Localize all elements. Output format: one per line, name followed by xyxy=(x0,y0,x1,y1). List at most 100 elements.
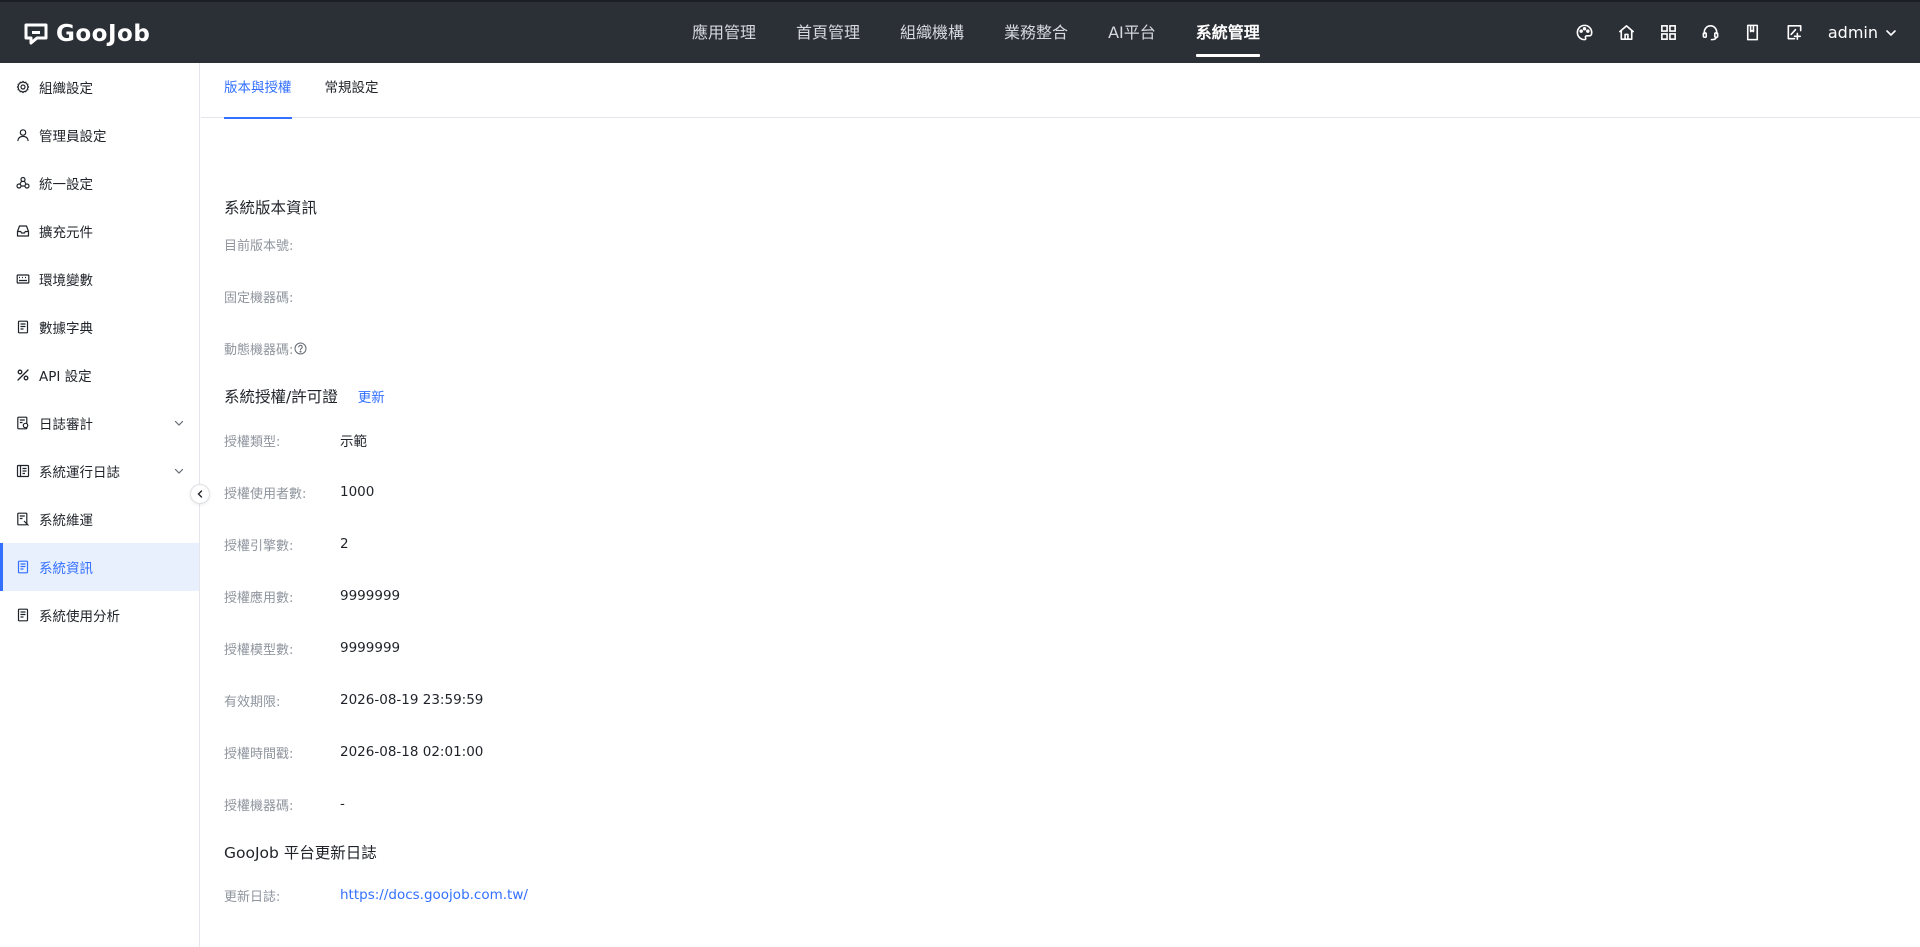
info-row: 更新日誌: https://docs.goojob.com.tw/ xyxy=(224,885,528,905)
license-section-title: 系統授權/許可證 更新 xyxy=(224,385,385,407)
version-section-title: 系統版本資訊 xyxy=(224,196,317,218)
api-icon xyxy=(17,369,29,381)
sidebar-item-system-run-log[interactable]: 系統運行日誌 xyxy=(0,447,199,495)
nav-organization[interactable]: 組織機構 xyxy=(880,2,984,63)
sidebar-item-api-settings[interactable]: API 設定 xyxy=(0,351,199,399)
info-row: 授權機器碼: - xyxy=(224,794,345,814)
info-row: 授權類型: 示範 xyxy=(224,430,367,450)
field-label: 授權類型: xyxy=(224,434,281,450)
sidebar-item-extensions[interactable]: 擴充元件 xyxy=(0,207,199,255)
logo[interactable]: GooJob xyxy=(24,19,150,49)
user-name: admin xyxy=(1827,23,1878,42)
chevron-down-icon xyxy=(174,420,184,426)
sidebar-item-label: 系統使用分析 xyxy=(39,609,120,625)
sidebar-item-data-dictionary[interactable]: 數據字典 xyxy=(0,303,199,351)
logo-text: GooJob xyxy=(56,21,151,47)
sidebar-item-label: 組織設定 xyxy=(39,81,93,97)
analysis-icon xyxy=(17,608,29,622)
sidebar-collapse-button[interactable] xyxy=(190,484,210,504)
info-row: 有效期限: 2026-08-19 23:59:59 xyxy=(224,690,483,710)
export-icon[interactable] xyxy=(1774,2,1816,63)
nav-system-management[interactable]: 系統管理 xyxy=(1176,2,1280,63)
sidebar-item-system-info[interactable]: 系統資訊 xyxy=(0,543,199,591)
field-value: 9999999 xyxy=(340,640,401,656)
section-title-text: GooJob 平台更新日誌 xyxy=(224,844,377,862)
sidebar-item-label: 系統資訊 xyxy=(39,561,93,577)
field-value: 2026-08-18 02:01:00 xyxy=(340,744,484,760)
sidebar-item-label: 擴充元件 xyxy=(39,225,93,241)
tab-version-license[interactable]: 版本與授權 xyxy=(224,63,292,119)
inbox-icon xyxy=(16,225,30,237)
sidebar-item-label: 環境變數 xyxy=(39,273,93,289)
sidebar-item-environment-variables[interactable]: 環境變數 xyxy=(0,255,199,303)
field-label: 授權使用者數: xyxy=(224,486,307,502)
main-content: 版本與授權 常規設定 系統版本資訊 目前版本號: 固定機器碼: 動態機器碼: 系… xyxy=(201,63,1920,947)
sidebar-item-log-audit[interactable]: 日誌審計 xyxy=(0,399,199,447)
changelog-link[interactable]: https://docs.goojob.com.tw/ xyxy=(340,887,528,903)
main-nav: 應用管理 首頁管理 組織機構 業務整合 AI平台 系統管理 xyxy=(672,2,1280,63)
log-icon xyxy=(16,464,30,478)
question-circle-icon[interactable] xyxy=(294,342,307,355)
sidebar-item-unified-settings[interactable]: 統一設定 xyxy=(0,159,199,207)
field-label: 有效期限: xyxy=(224,694,281,710)
sidebar-item-label: 日誌審計 xyxy=(39,417,93,433)
field-value: 9999999 xyxy=(340,588,401,604)
field-label: 動態機器碼: xyxy=(224,339,340,358)
sidebar-item-admin-settings[interactable]: 管理員設定 xyxy=(0,111,199,159)
field-value: 示範 xyxy=(340,434,367,450)
maintenance-icon xyxy=(17,512,29,526)
field-label-text: 動態機器碼: xyxy=(224,342,294,358)
field-label: 授權模型數: xyxy=(224,642,294,658)
sidebar-item-label: 系統運行日誌 xyxy=(39,465,120,481)
document-icon xyxy=(17,320,29,334)
sidebar-item-organization-settings[interactable]: 組織設定 xyxy=(0,63,199,111)
chevron-down-icon xyxy=(174,468,184,474)
field-label: 更新日誌: xyxy=(224,889,281,905)
sidebar: 組織設定 管理員設定 統一設定 擴充元件 環境變數 數據字典 API 設定 日誌… xyxy=(0,63,200,947)
tab-bar: 版本與授權 常規設定 xyxy=(201,63,1920,119)
logo-icon xyxy=(24,23,48,45)
field-value: 2 xyxy=(340,536,349,552)
info-doc-icon xyxy=(17,560,29,574)
home-icon[interactable] xyxy=(1606,2,1648,63)
update-license-link[interactable]: 更新 xyxy=(358,386,385,406)
info-row: 授權引擎數: 2 xyxy=(224,534,349,554)
section-title-text: 系統授權/許可證 xyxy=(224,388,338,406)
field-label: 授權時間戳: xyxy=(224,746,294,762)
book-icon[interactable] xyxy=(1732,2,1774,63)
user-icon xyxy=(17,129,29,142)
info-row: 目前版本號: xyxy=(224,234,340,254)
top-navigation-bar: GooJob 應用管理 首頁管理 組織機構 業務整合 AI平台 系統管理 adm… xyxy=(0,0,1920,63)
field-label: 授權機器碼: xyxy=(224,798,294,814)
field-label: 授權引擎數: xyxy=(224,538,294,554)
field-label: 授權應用數: xyxy=(224,590,294,606)
sidebar-item-system-maintenance[interactable]: 系統維運 xyxy=(0,495,199,543)
grid-icon[interactable] xyxy=(1648,2,1690,63)
sidebar-item-usage-analysis[interactable]: 系統使用分析 xyxy=(0,591,199,639)
tab-general-settings[interactable]: 常規設定 xyxy=(325,63,379,118)
keyboard-icon xyxy=(16,274,30,284)
nav-home-management[interactable]: 首頁管理 xyxy=(776,2,880,63)
sidebar-item-label: 數據字典 xyxy=(39,321,93,337)
palette-icon[interactable] xyxy=(1564,2,1606,63)
chevron-left-icon xyxy=(197,490,203,498)
field-label: 固定機器碼: xyxy=(224,290,294,306)
top-toolbar: admin xyxy=(1564,2,1898,63)
sidebar-item-label: 統一設定 xyxy=(39,177,93,193)
headset-icon[interactable] xyxy=(1690,2,1732,63)
info-row: 動態機器碼: xyxy=(224,338,340,358)
field-value: 2026-08-19 23:59:59 xyxy=(340,692,484,708)
info-row: 授權模型數: 9999999 xyxy=(224,638,400,658)
field-value: 1000 xyxy=(340,484,375,500)
info-row: 授權使用者數: 1000 xyxy=(224,482,374,502)
changelog-section-title: GooJob 平台更新日誌 xyxy=(224,841,377,863)
nav-ai-platform[interactable]: AI平台 xyxy=(1088,2,1176,63)
field-label: 目前版本號: xyxy=(224,238,294,254)
info-row: 授權應用數: 9999999 xyxy=(224,586,400,606)
cluster-icon xyxy=(16,176,30,189)
nav-app-management[interactable]: 應用管理 xyxy=(672,2,776,63)
chevron-down-icon xyxy=(1886,29,1896,36)
nav-business-integration[interactable]: 業務整合 xyxy=(984,2,1088,63)
user-menu[interactable]: admin xyxy=(1828,23,1898,42)
field-value: - xyxy=(340,796,345,812)
